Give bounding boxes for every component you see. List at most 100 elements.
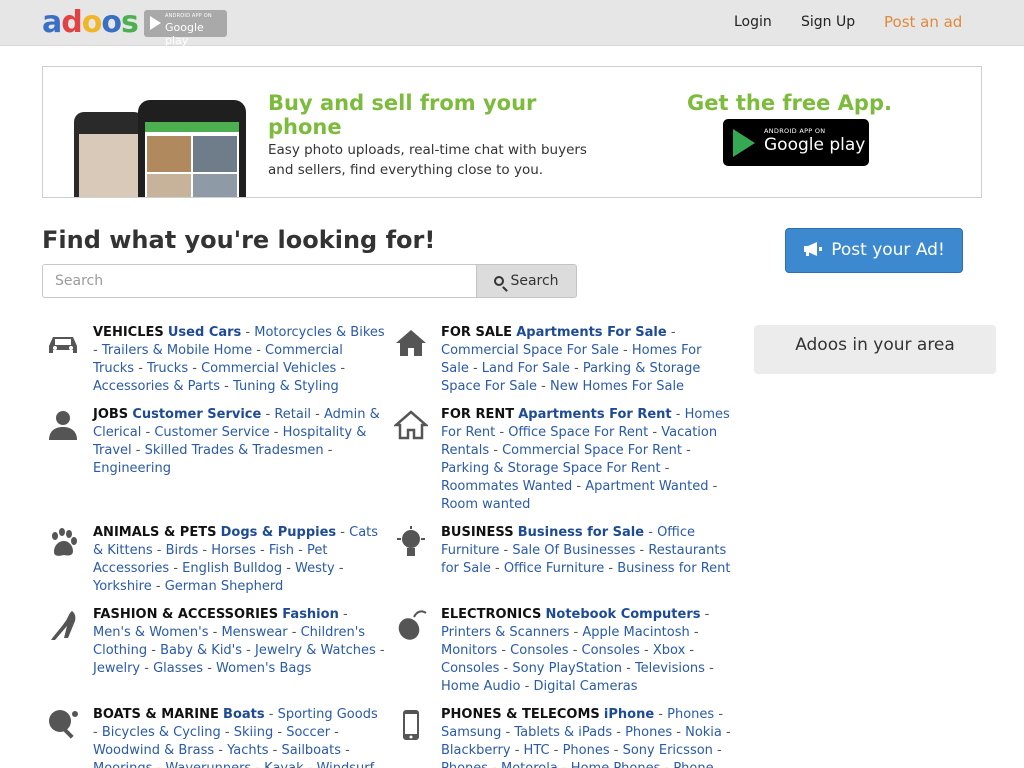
category-main-link[interactable]: Notebook Computers [546,607,701,622]
subcategory-link[interactable]: Consoles [510,643,568,658]
subcategory-link[interactable]: Westy [295,561,335,576]
house-icon [394,326,428,360]
category-main-link[interactable]: Fashion [282,607,339,622]
separator: - [635,543,649,558]
subcategory-link[interactable]: Home Audio [441,679,520,694]
subcategory-link[interactable]: HTC [524,743,550,758]
subcategory-link[interactable]: Digital Cameras [533,679,637,694]
subcategory-link[interactable]: Waverunners [165,761,251,768]
subcategory-link[interactable]: Televisions [635,661,705,676]
subcategory-link[interactable]: Phones [441,761,488,768]
subcategory-link[interactable]: Sony PlayStation [512,661,622,676]
subcategory-link[interactable]: Tuning & Styling [233,379,339,394]
subcategory-link[interactable]: Retail [274,407,311,422]
search-input[interactable] [42,264,477,298]
subcategory-link[interactable]: Xbox [653,643,685,658]
subcategory-link[interactable]: Consoles [441,661,499,676]
subcategory-link[interactable]: Customer Service [154,425,269,440]
subcategory-link[interactable]: Yorkshire [93,579,152,594]
subcategory-link[interactable]: Business for Rent [617,561,730,576]
subcategory-link[interactable]: Trucks [147,361,188,376]
category-main-link[interactable]: Apartments For Sale [516,325,667,340]
subcategory-link[interactable]: Consoles [582,643,640,658]
subcategory-link[interactable]: Engineering [93,461,171,476]
subcategory-link[interactable]: Phone [673,761,713,768]
adoos-logo[interactable]: adoos [42,5,139,40]
subcategory-link[interactable]: Commercial Vehicles [201,361,336,376]
search-button[interactable]: Search [476,264,577,298]
category-main-link[interactable]: Used Cars [168,325,241,340]
subcategory-link[interactable]: Office Furniture [504,561,604,576]
subcategory-link[interactable]: Men's & Women's [93,625,209,640]
category-main-link[interactable]: Customer Service [132,407,261,422]
subcategory-link[interactable]: Phones [667,707,714,722]
subcategory-link[interactable]: Moorings [93,761,152,768]
subcategory-link[interactable]: Trailers & Mobile Home [102,343,252,358]
subcategory-link[interactable]: Nokia [685,725,722,740]
subcategory-link[interactable]: Yachts [227,743,268,758]
category-title: JOBS [93,407,129,422]
subcategory-link[interactable]: Glasses [153,661,203,676]
subcategory-link[interactable]: Phones [625,725,672,740]
subcategory-link[interactable]: Women's Bags [216,661,311,676]
separator: - [208,625,222,640]
category-main-link[interactable]: Business for Sale [518,525,644,540]
subcategory-link[interactable]: Blackberry [441,743,511,758]
login-link[interactable]: Login [734,14,772,30]
post-your-ad-button[interactable]: Post your Ad! [785,228,963,273]
signup-link[interactable]: Sign Up [801,14,855,30]
subcategory-link[interactable]: Apartment Wanted [585,479,708,494]
subcategory-link[interactable]: Skilled Trades & Tradesmen [145,443,324,458]
category-main-link[interactable]: Boats [223,707,265,722]
subcategory-link[interactable]: Printers & Scanners [441,625,569,640]
subcategory-link[interactable]: Fish [269,543,294,558]
subcategory-link[interactable]: New Homes For Sale [550,379,684,394]
subcategory-link[interactable]: Room wanted [441,497,530,512]
subcategory-link[interactable]: English Bulldog [182,561,282,576]
subcategory-link[interactable]: Jewelry [93,661,140,676]
subcategory-link[interactable]: Roommates Wanted [441,479,572,494]
subcategory-link[interactable]: Apple Macintosh [582,625,689,640]
house-outline-icon [392,408,430,442]
subcategory-link[interactable]: Accessories & Parts [93,379,220,394]
subcategory-link[interactable]: German Shepherd [165,579,284,594]
subcategory-link[interactable]: Sale Of Businesses [512,543,635,558]
separator: - [93,725,102,740]
subcategory-link[interactable]: Menswear [221,625,287,640]
category-text: FOR RENT Apartments For Rent - Homes For… [441,406,733,514]
subcategory-link[interactable]: Soccer [286,725,330,740]
subcategory-link[interactable]: Phones [563,743,610,758]
subcategory-link[interactable]: Sony Ericsson [623,743,713,758]
subcategory-link[interactable]: Commercial Space For Rent [502,443,682,458]
subcategory-link[interactable]: Baby & Kid's [160,643,242,658]
subcategory-link[interactable]: Woodwind & Brass [93,743,214,758]
subcategory-link[interactable]: Monitors [441,643,497,658]
subcategory-link[interactable]: Kayak [264,761,303,768]
subcategory-link[interactable]: Horses [211,543,256,558]
subcategory-link[interactable]: Tablets & iPads [514,725,612,740]
subcategory-link[interactable]: Motorola [501,761,558,768]
subcategory-link[interactable]: Office Space For Rent [508,425,648,440]
separator: - [152,761,165,768]
google-play-badge-small[interactable]: ANDROID APP ON Google play [144,10,227,47]
subcategory-link[interactable]: Bicycles & Cycling [102,725,221,740]
category-main-link[interactable]: Apartments For Rent [518,407,671,422]
subcategory-link[interactable]: Windsurf [317,761,375,768]
subcategory-link[interactable]: Samsung [441,725,501,740]
google-play-badge[interactable]: ANDROID APP ON Google play [723,119,869,166]
category-main-link[interactable]: iPhone [604,707,654,722]
separator: - [704,661,714,676]
logo-letter: o [81,5,103,40]
subcategory-link[interactable]: Home Phones [571,761,661,768]
post-an-ad-link[interactable]: Post an ad [884,13,962,31]
subcategory-link[interactable]: Skiing [234,725,274,740]
category-main-link[interactable]: Dogs & Puppies [221,525,337,540]
subcategory-link[interactable]: Sporting Goods [278,707,378,722]
subcategory-link[interactable]: Motorcycles & Bikes [254,325,384,340]
subcategory-link[interactable]: Jewelry & Watches [255,643,376,658]
subcategory-link[interactable]: Birds [166,543,199,558]
subcategory-link[interactable]: Parking & Storage Space For Rent [441,461,661,476]
subcategory-link[interactable]: Land For Sale [482,361,570,376]
subcategory-link[interactable]: Sailboats [281,743,340,758]
subcategory-link[interactable]: Commercial Space For Sale [441,343,619,358]
